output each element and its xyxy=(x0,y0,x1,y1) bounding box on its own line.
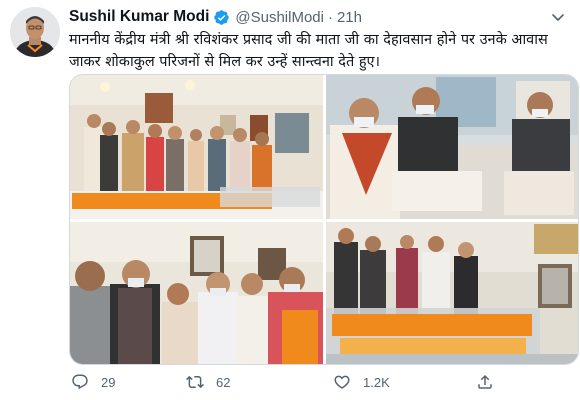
photo-2[interactable] xyxy=(326,75,578,219)
reply-icon xyxy=(72,374,88,390)
share-button[interactable] xyxy=(476,373,494,391)
chevron-down-icon[interactable] xyxy=(550,9,566,25)
photo-3[interactable] xyxy=(70,222,323,364)
tweet-text: माननीय केंद्रीय मंत्री श्री रविशंकर प्रस… xyxy=(69,32,548,70)
like-count: 1.2K xyxy=(363,374,390,390)
author-handle[interactable]: @SushilModi xyxy=(235,9,324,26)
tweet-actions: 29 62 1.2K xyxy=(69,371,509,393)
verified-badge-icon xyxy=(213,9,230,26)
tweet-card[interactable]: Sushil Kumar Modi @SushilModi · 21h मानन… xyxy=(0,0,580,400)
avatar[interactable] xyxy=(10,7,60,57)
separator-dot: · xyxy=(327,8,333,26)
author-name[interactable]: Sushil Kumar Modi xyxy=(69,8,209,26)
heart-icon xyxy=(334,375,350,389)
photo-1[interactable] xyxy=(70,75,323,219)
retweet-button[interactable]: 62 xyxy=(186,373,230,391)
reply-count: 29 xyxy=(101,374,116,390)
photo-4[interactable] xyxy=(326,222,578,364)
retweet-icon xyxy=(186,375,204,389)
like-button[interactable]: 1.2K xyxy=(333,373,390,391)
tweet-header: Sushil Kumar Modi @SushilModi · 21h xyxy=(69,7,362,27)
avatar-image xyxy=(10,7,60,57)
reply-button[interactable]: 29 xyxy=(71,373,115,391)
share-icon xyxy=(478,374,492,389)
retweet-count: 62 xyxy=(216,374,231,390)
timestamp[interactable]: 21h xyxy=(337,9,362,26)
media-grid xyxy=(69,74,579,365)
